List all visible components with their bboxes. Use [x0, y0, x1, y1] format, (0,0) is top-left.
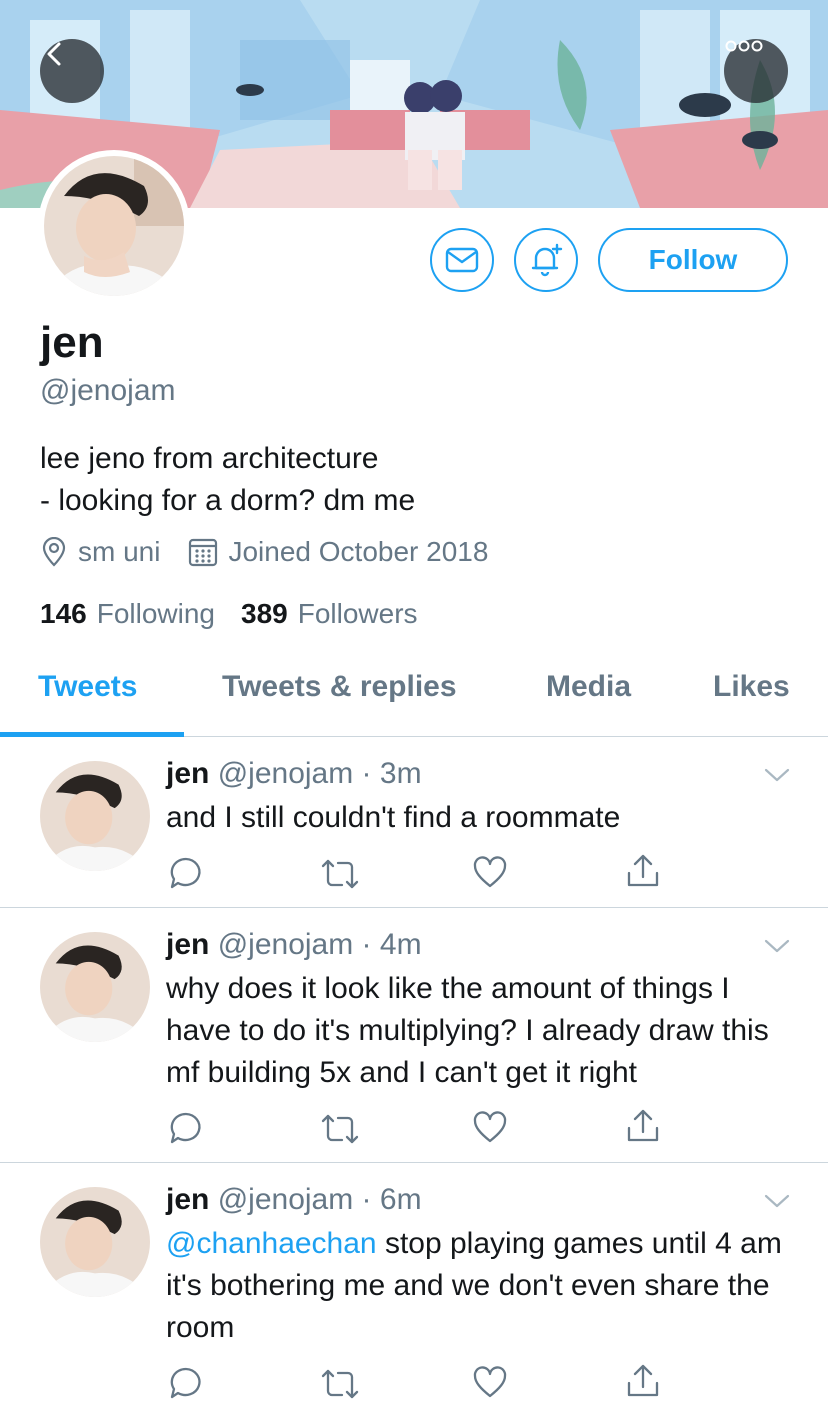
tweet-author-name[interactable]: jen	[166, 928, 209, 961]
following-count: 146	[40, 598, 87, 629]
heart-icon[interactable]	[472, 1110, 508, 1144]
followers-count: 389	[241, 598, 288, 629]
tweet-time: 3m	[379, 757, 422, 790]
avatar-photo	[40, 761, 150, 871]
back-button[interactable]	[40, 39, 104, 103]
bio-line: lee jeno from architecture	[40, 442, 379, 475]
more-icon	[725, 40, 763, 52]
chevron-down-icon[interactable]	[764, 1193, 790, 1209]
chevron-left-icon	[47, 42, 61, 66]
joined-text: Joined October 2018	[228, 536, 489, 567]
bell-plus-icon	[531, 243, 563, 277]
profile-tabs: Tweets Tweets & replies Media Likes	[0, 648, 828, 737]
tweet-text: @chanhaechan stop playing games until 4 …	[166, 1223, 796, 1349]
tab-tweets-replies[interactable]: Tweets & replies	[222, 670, 457, 704]
mail-icon	[445, 247, 479, 273]
calendar-icon	[189, 538, 218, 567]
reply-icon[interactable]	[168, 855, 204, 891]
followers-stat[interactable]: 389 Followers	[241, 598, 418, 630]
profile-joined: Joined October 2018	[188, 536, 488, 568]
profile-location: sm uni	[40, 536, 160, 568]
following-stat[interactable]: 146 Following	[40, 598, 215, 630]
follow-button[interactable]: Follow	[598, 228, 788, 292]
share-icon[interactable]	[626, 1108, 660, 1144]
tab-likes[interactable]: Likes	[713, 670, 790, 704]
location-text: sm uni	[78, 536, 161, 567]
reply-icon[interactable]	[168, 1365, 204, 1401]
tweet-author-name[interactable]: jen	[166, 757, 209, 790]
tab-media[interactable]: Media	[546, 670, 631, 704]
mention-link[interactable]: @chanhaechan	[166, 1227, 377, 1260]
tweet-header: jen @jenojam · 3m	[166, 757, 422, 791]
notifications-button[interactable]	[514, 228, 578, 292]
profile-handle: @jenojam	[40, 374, 176, 407]
tweet-avatar[interactable]	[40, 1187, 150, 1297]
tweet-author-handle: @jenojam	[217, 928, 354, 961]
tweet-time: 6m	[379, 1183, 422, 1216]
profile-avatar[interactable]	[38, 150, 190, 302]
heart-icon[interactable]	[472, 1365, 508, 1399]
profile-meta: sm uni Joined October 2018	[40, 536, 488, 568]
tab-tweets[interactable]: Tweets	[38, 670, 137, 704]
tweet-header: jen @jenojam · 6m	[166, 1183, 422, 1217]
tweet-avatar[interactable]	[40, 932, 150, 1042]
tweet-text: and I still couldn't find a roommate	[166, 801, 621, 834]
location-pin-icon	[42, 537, 66, 567]
profile-name: jen	[40, 318, 104, 367]
avatar-photo	[44, 156, 184, 296]
tweet[interactable]: jen @jenojam · 6m @chanhaechan stop play…	[0, 1163, 828, 1416]
tweet-author-name[interactable]: jen	[166, 1183, 209, 1216]
followers-label: Followers	[297, 598, 418, 629]
separator-dot: ·	[353, 928, 380, 961]
tweet-text: why does it look like the amount of thin…	[166, 972, 769, 1089]
tweet-author-handle: @jenojam	[217, 757, 354, 790]
tweet[interactable]: jen @jenojam · 4m why does it look like …	[0, 908, 828, 1163]
share-icon[interactable]	[626, 1363, 660, 1399]
retweet-icon[interactable]	[320, 1367, 360, 1401]
separator-dot: ·	[353, 1183, 380, 1216]
profile-bio: lee jeno from architecture - looking for…	[40, 438, 415, 522]
tweet-header: jen @jenojam · 4m	[166, 928, 422, 962]
separator-dot: ·	[353, 757, 380, 790]
message-button[interactable]	[430, 228, 494, 292]
avatar-photo	[40, 1187, 150, 1297]
following-label: Following	[96, 598, 215, 629]
avatar-photo	[40, 932, 150, 1042]
retweet-icon[interactable]	[320, 1112, 360, 1146]
tweet-author-handle: @jenojam	[217, 1183, 354, 1216]
tweet-avatar[interactable]	[40, 761, 150, 871]
reply-icon[interactable]	[168, 1110, 204, 1146]
tweet-time: 4m	[379, 928, 422, 961]
profile-stats: 146 Following 389 Followers	[40, 598, 418, 630]
chevron-down-icon[interactable]	[764, 938, 790, 954]
retweet-icon[interactable]	[320, 857, 360, 891]
share-icon[interactable]	[626, 853, 660, 889]
chevron-down-icon[interactable]	[764, 767, 790, 783]
heart-icon[interactable]	[472, 855, 508, 889]
more-options-button[interactable]	[724, 39, 788, 103]
bio-line: - looking for a dorm? dm me	[40, 484, 416, 517]
tweet[interactable]: jen @jenojam · 3m and I still couldn't f…	[0, 737, 828, 908]
